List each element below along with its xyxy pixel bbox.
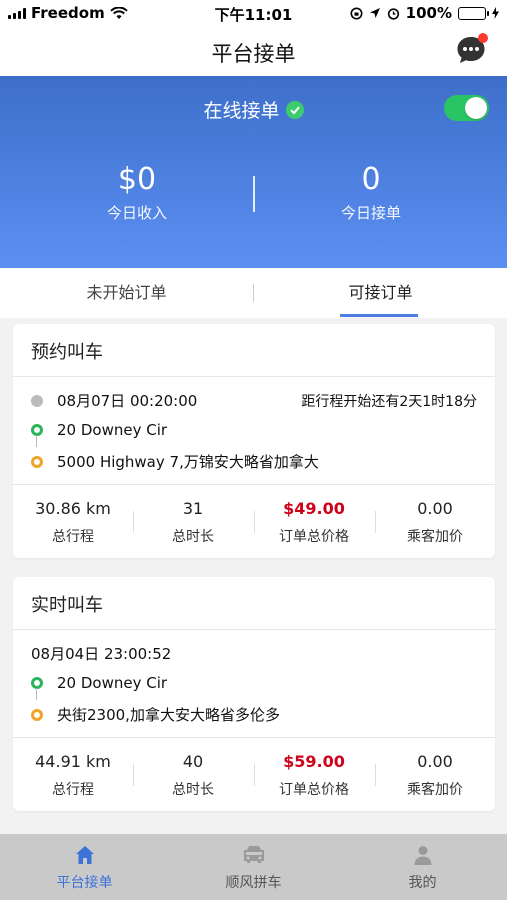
duration-value: 40 [182,752,204,771]
extra-value: 0.00 [417,499,453,518]
dropoff-dot-icon [31,708,43,721]
order-card-realtime[interactable]: 实时叫车 08月04日 23:00:52 20 Downey Cir 央街230… [13,577,495,811]
check-icon [285,100,304,119]
order-tabs: 未开始订单 可接订单 [0,268,507,318]
car-icon [243,846,264,863]
trip-time: 08月07日 00:20:00 [31,390,197,411]
status-bar: Freedom 下午11:01 100% [0,0,507,28]
person-icon [414,846,431,865]
pickup-line: 20 Downey Cir [31,674,167,692]
duration-label: 总时长 [172,782,214,798]
status-right: 100% [350,4,499,22]
location-arrow-icon [369,8,380,18]
alarm-icon [387,7,399,20]
divider [13,629,495,630]
distance-label: 总行程 [52,529,94,545]
trip-metrics: 30.86 km 总行程 31 总时长 $49.00 订单总价格 0.00 乘客… [13,485,495,557]
tabbar-label: 我的 [408,875,437,891]
distance-metric: 44.91 km 总行程 [13,738,133,810]
tabbar-item-me[interactable]: 我的 [338,834,507,900]
extra-label: 乘客加价 [407,782,463,798]
rotation-lock-icon [350,7,363,19]
price-value: $59.00 [283,752,345,771]
income-value: $0 [117,162,157,197]
pickup-dot-icon [31,424,43,436]
dropoff-line: 5000 Highway 7,万锦安大略省加拿大 [31,451,319,472]
pickup-address: 20 Downey Cir [57,674,168,692]
price-metric: $59.00 订单总价格 [254,738,374,810]
price-value: $49.00 [283,499,345,518]
extra-value: 0.00 [417,752,453,771]
tabbar-item-platform-orders[interactable]: 平台接单 [0,834,169,900]
dropoff-address: 5000 Highway 7,万锦安大略省加拿大 [57,453,319,471]
nav-bar: 平台接单 [0,28,507,76]
trip-datetime: 08月04日 23:00:52 [31,645,172,663]
divider [13,376,495,377]
battery-percent: 100% [405,4,452,22]
dropoff-address: 央街2300,加拿大安大略省多伦多 [57,706,280,724]
route-connector [36,688,37,700]
income-stat: $0 今日收入 [37,162,237,223]
online-toggle[interactable] [444,95,489,121]
tabbar-label: 顺风拼车 [225,875,282,891]
online-label: 在线接单 [203,100,280,122]
dropoff-line: 央街2300,加拿大安大略省多伦多 [31,704,280,725]
orders-label: 今日接单 [340,204,401,222]
charging-icon [492,7,499,19]
battery-icon [458,6,489,20]
orders-value: 0 [361,162,381,197]
card-title: 实时叫车 [31,595,103,616]
page-title: 平台接单 [211,42,296,66]
price-label: 订单总价格 [279,782,349,798]
order-card-reservation[interactable]: 预约叫车 08月07日 00:20:00 距行程开始还有2天1时18分 20 D… [13,324,495,558]
trip-datetime: 08月07日 00:20:00 [57,392,198,410]
notification-dot [478,33,488,43]
tab-not-started[interactable]: 未开始订单 [0,268,253,318]
online-status: 在线接单 [0,96,507,123]
distance-value: 44.91 km [35,752,111,771]
tab-available[interactable]: 可接订单 [254,268,507,318]
tabbar-label: 平台接单 [56,875,113,891]
pickup-dot-icon [31,677,43,689]
countdown-text: 距行程开始还有2天1时18分 [301,394,477,410]
card-title: 预约叫车 [31,342,103,363]
dropoff-dot-icon [31,455,43,468]
duration-metric: 40 总时长 [133,738,253,810]
distance-label: 总行程 [52,782,94,798]
distance-value: 30.86 km [35,499,111,518]
extra-label: 乘客加价 [407,529,463,545]
trip-metrics: 44.91 km 总行程 40 总时长 $59.00 订单总价格 0.00 乘客… [13,738,495,810]
home-icon [75,846,94,864]
tabbar-item-carpool[interactable]: 顺风拼车 [169,834,338,900]
pickup-address: 20 Downey Cir [57,421,168,439]
duration-label: 总时长 [172,529,214,545]
income-label: 今日收入 [106,204,167,222]
duration-value: 31 [182,499,204,518]
route-connector [36,435,37,447]
duration-metric: 31 总时长 [133,485,253,557]
price-label: 订单总价格 [279,529,349,545]
price-metric: $49.00 订单总价格 [254,485,374,557]
extra-metric: 0.00 乘客加价 [375,485,495,557]
tab-active-indicator [340,314,418,317]
chat-button[interactable] [455,33,488,66]
pickup-line: 20 Downey Cir [31,421,167,439]
stat-divider [253,176,255,212]
bottom-tab-bar: 平台接单 顺风拼车 我的 [0,834,507,900]
trip-time: 08月04日 23:00:52 [31,643,171,664]
extra-metric: 0.00 乘客加价 [375,738,495,810]
orders-stat: 0 今日接单 [271,162,471,223]
distance-metric: 30.86 km 总行程 [13,485,133,557]
earnings-header: 在线接单 $0 今日收入 0 今日接单 [0,76,507,268]
clock-icon [31,394,43,407]
